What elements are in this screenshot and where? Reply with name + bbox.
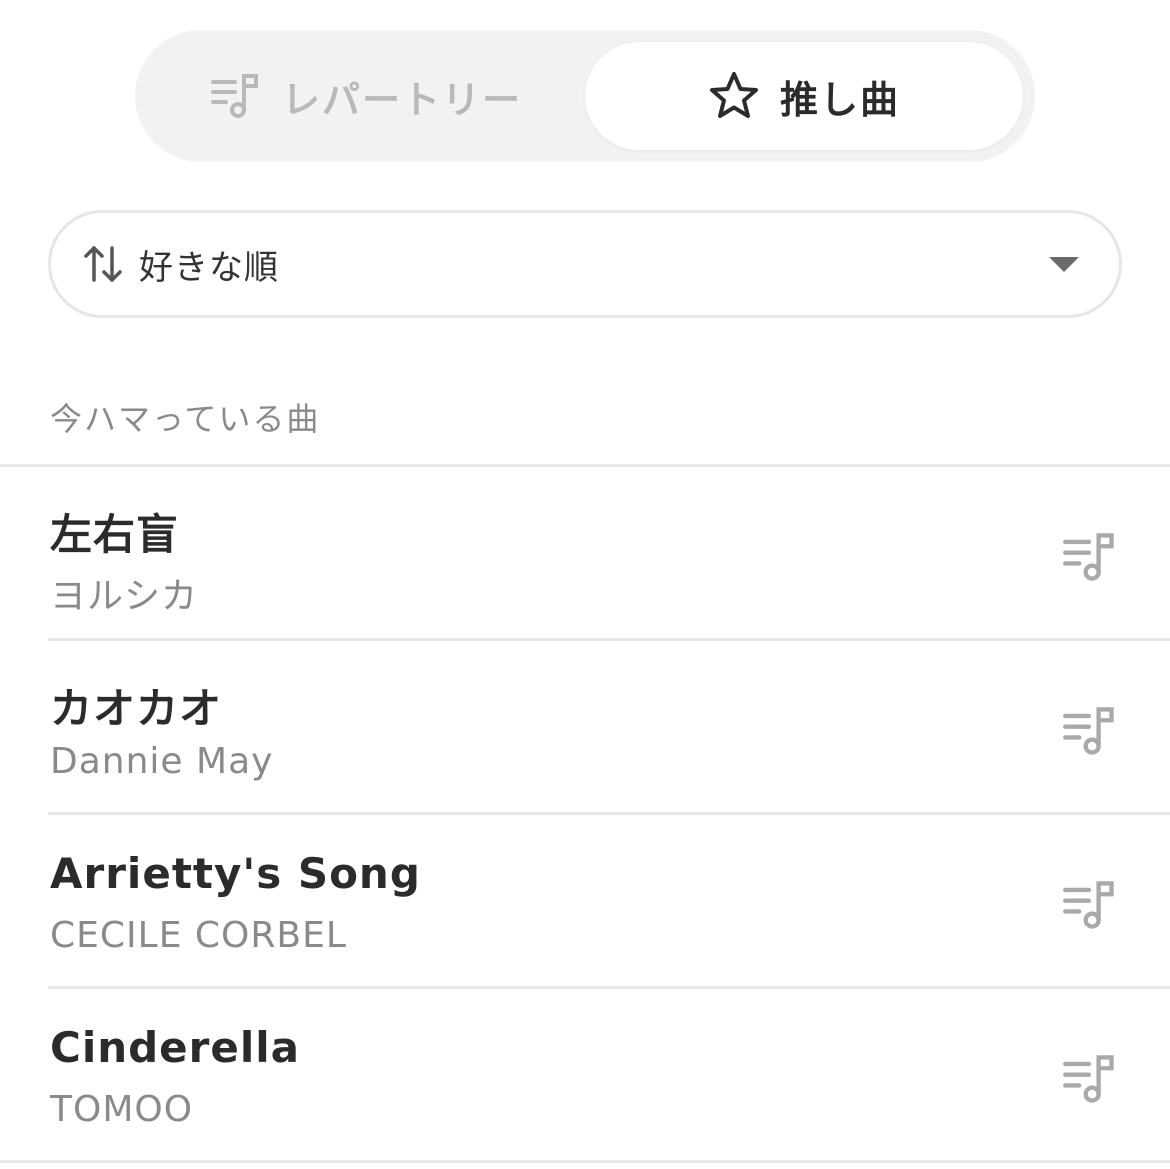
music-list-icon[interactable] xyxy=(1062,703,1118,759)
song-title: カオカオ xyxy=(50,684,223,733)
sort-arrows-icon xyxy=(84,246,122,282)
song-title: Arrietty's Song xyxy=(50,849,421,898)
song-row[interactable]: カオカオ Dannie May xyxy=(0,641,1170,815)
tab-repertoire-label: レパートリー xyxy=(281,77,522,122)
tab-favorites[interactable]: 推し曲 xyxy=(585,42,1023,150)
music-list-icon xyxy=(210,74,258,118)
song-artist: ヨルシカ xyxy=(50,576,199,617)
sort-label: 好きな順 xyxy=(139,247,279,288)
row-divider xyxy=(0,1160,1170,1163)
song-artist: TOMOO xyxy=(50,1089,194,1130)
star-icon xyxy=(709,72,758,118)
music-list-icon[interactable] xyxy=(1062,877,1118,933)
song-artist: Dannie May xyxy=(50,741,274,782)
music-list-icon[interactable] xyxy=(1062,1051,1118,1107)
tab-favorites-label: 推し曲 xyxy=(779,77,900,122)
song-row[interactable]: 左右盲 ヨルシカ xyxy=(0,467,1170,641)
song-row[interactable]: Arrietty's Song CECILE CORBEL xyxy=(0,815,1170,989)
music-list-icon[interactable] xyxy=(1062,529,1118,585)
song-artist: CECILE CORBEL xyxy=(50,915,347,956)
section-title: 今ハマっている曲 xyxy=(50,400,321,438)
chevron-down-icon xyxy=(1049,256,1079,272)
song-list: 左右盲 ヨルシカ カオカオ Dannie May Arrietty's Song… xyxy=(0,467,1170,1163)
song-row[interactable]: Cinderella TOMOO xyxy=(0,989,1170,1163)
sort-dropdown[interactable]: 好きな順 xyxy=(48,210,1122,318)
favorites-page: レパートリー 推し曲 好きな順 今ハマっている曲 左右盲 ヨルシカ カオカオ D… xyxy=(0,0,1170,1169)
song-title: Cinderella xyxy=(50,1023,301,1072)
tab-switcher: レパートリー 推し曲 xyxy=(135,30,1035,162)
tab-repertoire[interactable]: レパートリー xyxy=(147,42,585,150)
song-title: 左右盲 xyxy=(50,510,180,559)
